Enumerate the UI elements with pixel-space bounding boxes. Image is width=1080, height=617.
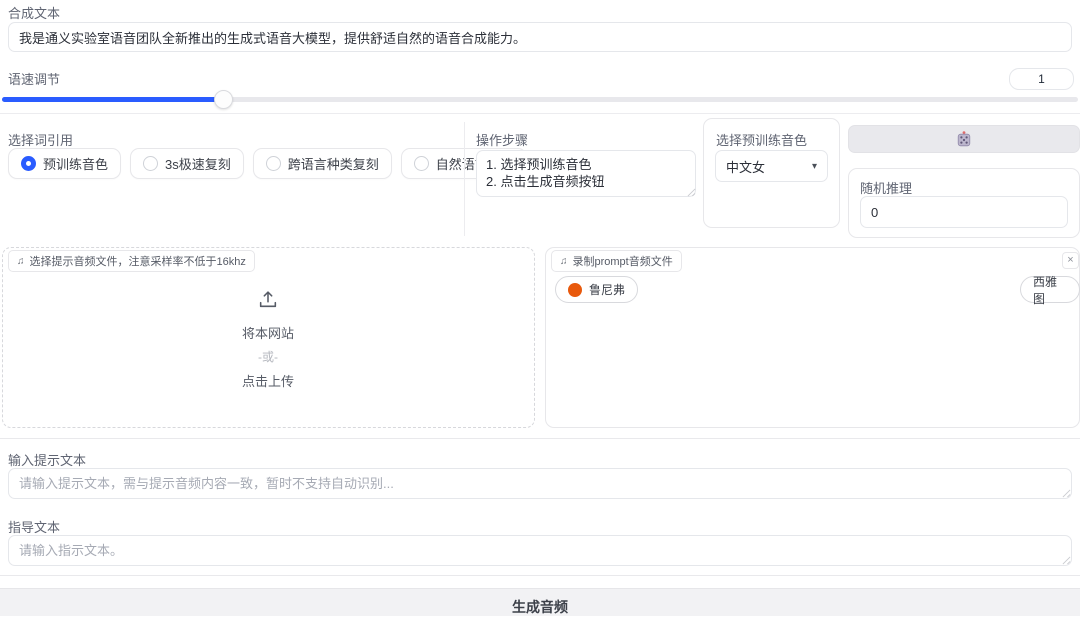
record-dot-icon xyxy=(568,283,582,297)
record-button[interactable]: 鲁尼弗 xyxy=(555,276,638,303)
resize-handle-icon[interactable] xyxy=(1062,556,1071,565)
radio-label: 预训练音色 xyxy=(43,154,108,173)
record-audio-box xyxy=(545,247,1080,428)
synthesis-text-input[interactable] xyxy=(8,22,1072,52)
mode-radio-group: 预训练音色 3s极速复刻 跨语言种类复刻 自然语言控制 xyxy=(8,148,527,179)
speed-slider-handle[interactable] xyxy=(214,90,233,109)
record-audio-tab-label: 录制prompt音频文件 xyxy=(573,253,673,269)
prompt-audio-tab: ♫ 选择提示音频文件，注意采样率不低于16khz xyxy=(8,250,255,272)
upload-click-text: 点击上传 xyxy=(198,371,338,390)
synthesis-text-label: 合成文本 xyxy=(8,3,60,22)
random-seed-button[interactable] xyxy=(848,125,1080,153)
radio-label: 3s极速复刻 xyxy=(165,154,231,173)
upload-instructions[interactable]: 将本网站 -或- 点击上传 xyxy=(198,288,338,390)
record-audio-tab: ♫ 录制prompt音频文件 xyxy=(551,250,682,272)
speed-value-input[interactable] xyxy=(1009,68,1074,90)
voice-dropdown[interactable]: 中文女 ▾ xyxy=(715,150,828,182)
prompt-text-label: 输入提示文本 xyxy=(8,450,86,469)
instruct-text-label: 指导文本 xyxy=(8,517,60,536)
radio-label: 跨语言种类复刻 xyxy=(288,154,379,173)
voice-dropdown-value: 中文女 xyxy=(726,157,765,176)
generate-audio-label: 生成音频 xyxy=(512,597,568,617)
music-note-icon: ♫ xyxy=(17,256,25,267)
radio-option-crosslingual-clone[interactable]: 跨语言种类复刻 xyxy=(253,148,392,179)
upload-icon xyxy=(257,288,279,310)
radio-icon xyxy=(143,156,158,171)
chevron-down-icon: ▾ xyxy=(812,161,817,172)
instruct-text-input[interactable] xyxy=(8,535,1072,566)
voice-label: 选择预训练音色 xyxy=(716,130,807,149)
resize-handle-icon[interactable] xyxy=(1062,489,1071,498)
close-icon[interactable]: × xyxy=(1062,252,1079,269)
radio-icon xyxy=(266,156,281,171)
radio-icon xyxy=(414,156,429,171)
speed-slider[interactable] xyxy=(2,97,1078,102)
upload-or-text: -或- xyxy=(198,348,338,365)
seed-label: 随机推理 xyxy=(860,178,912,197)
resize-handle-icon[interactable] xyxy=(687,188,696,197)
radio-icon xyxy=(21,156,36,171)
device-pill-button[interactable]: 西雅图 xyxy=(1020,276,1080,303)
seed-input[interactable] xyxy=(860,196,1068,228)
device-pill-label: 西雅图 xyxy=(1033,273,1067,307)
music-note-icon: ♫ xyxy=(560,256,568,267)
record-button-label: 鲁尼弗 xyxy=(589,281,625,298)
radio-option-pretrained-voice[interactable]: 预训练音色 xyxy=(8,148,121,179)
prompt-audio-tab-label: 选择提示音频文件，注意采样率不低于16khz xyxy=(30,253,246,269)
prompt-text-input[interactable] xyxy=(8,468,1072,499)
mode-label: 选择词引用 xyxy=(8,130,73,149)
generate-audio-button[interactable]: 生成音频 xyxy=(0,588,1080,616)
speed-slider-fill xyxy=(2,97,223,102)
speed-label: 语速调节 xyxy=(8,69,60,88)
dice-icon xyxy=(955,130,973,148)
radio-option-3s-clone[interactable]: 3s极速复刻 xyxy=(130,148,244,179)
steps-label: 操作步骤 xyxy=(476,130,528,149)
upload-drop-text: 将本网站 xyxy=(198,323,338,342)
steps-textarea[interactable]: 1. 选择预训练音色 2. 点击生成音频按钮 xyxy=(476,150,696,197)
